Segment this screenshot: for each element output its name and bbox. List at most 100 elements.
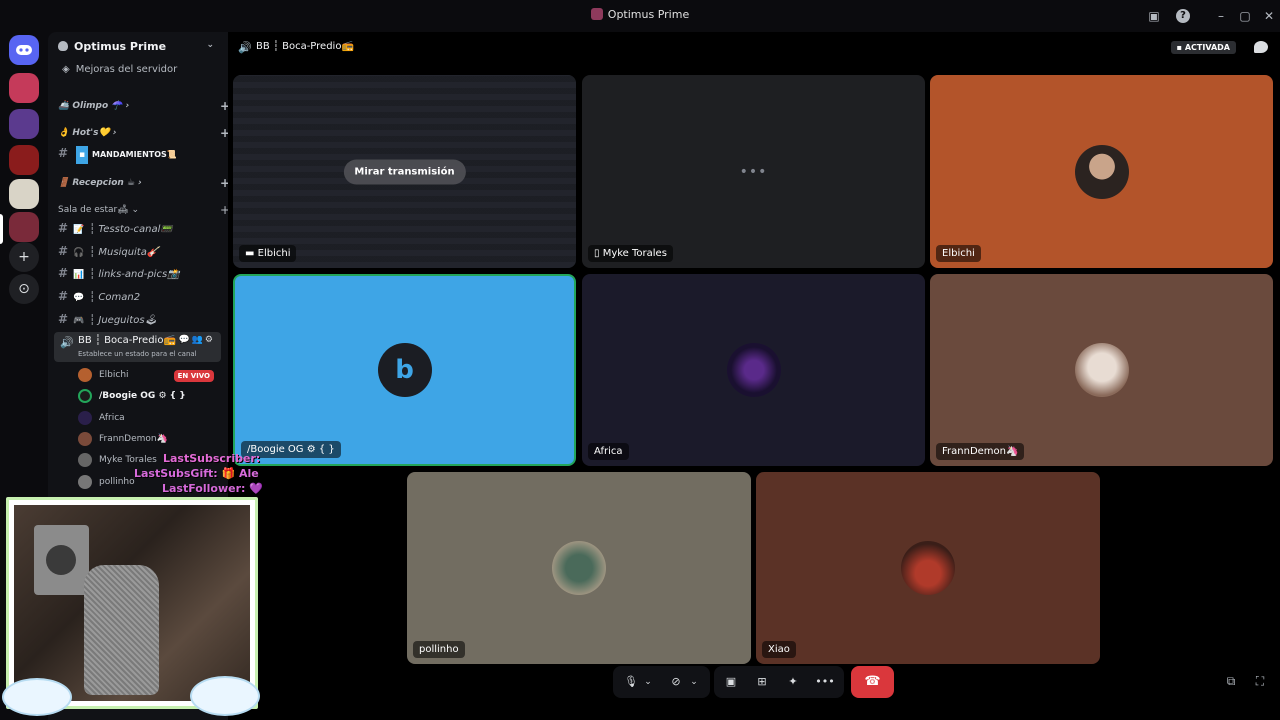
screen-share-icon[interactable]: ▣ (720, 666, 742, 698)
voice-user-name: pollinho (99, 477, 135, 487)
user-tile-xiao[interactable]: Xiao (756, 472, 1100, 664)
category-sala-de-estar[interactable]: Sala de estar🛋 ⌄ + (58, 203, 230, 217)
minimize-icon[interactable]: – (1214, 9, 1228, 23)
server-icon-optimus-prime[interactable] (9, 212, 39, 242)
new-badge-icon: ▪ (76, 146, 88, 164)
webcam-feed (14, 505, 250, 701)
tile-label-text: Elbichi (257, 248, 291, 259)
channel-tessto-canal[interactable]: # 📝 ┆ Tessto-canal📟 (58, 219, 218, 237)
category-label: 🚢 Olimpo ☂️ (58, 101, 123, 111)
camera-options-chevron-icon[interactable]: ⌄ (687, 666, 701, 698)
user-tile-boogie-og[interactable]: b /Boogie OG ⚙ { } (233, 274, 576, 466)
channel-mandamientos[interactable]: # ▪ MANDAMIENTOS📜 (58, 144, 218, 164)
camera-off-icon[interactable]: ⊘ (665, 666, 687, 698)
voice-user[interactable]: /Boogie OG ⚙ { } (78, 387, 218, 405)
tile-label: FrannDemon🦄 (936, 443, 1025, 460)
user-tile-pollinho[interactable]: pollinho (407, 472, 751, 664)
disconnect-button[interactable]: ☎ (851, 666, 894, 698)
voice-user-name: Africa (99, 413, 125, 423)
channel-label: Jueguitos🕹 (98, 315, 158, 326)
shield-icon (58, 41, 68, 51)
app-logo-icon (590, 8, 603, 20)
voice-user-name: FrannDemon🦄 (99, 434, 168, 444)
voice-user[interactable]: Africa (78, 409, 218, 427)
tile-label: Elbichi (936, 245, 981, 262)
channel-emoji-icon: 🎮 (73, 316, 85, 326)
chevron-down-icon[interactable]: ⌄ (206, 40, 214, 50)
channel-jueguitos[interactable]: # 🎮 ┆ Jueguitos🕹 (58, 310, 218, 328)
cloud-decoration (190, 676, 260, 716)
overlay-last-subscriber: LastSubscriber: (163, 452, 261, 465)
user-tile-elbichi[interactable]: Elbichi (930, 75, 1273, 268)
voice-channel-actions[interactable]: 💬👥⚙ (179, 335, 215, 345)
channel-emoji-icon: 💬 (73, 293, 85, 303)
more-dots-icon: ••• (739, 163, 768, 180)
tile-label: Xiao (762, 641, 796, 658)
activity-badge[interactable]: ▪ ACTIVADA (1170, 41, 1236, 54)
popout-icon[interactable]: ⧉ (1223, 674, 1239, 690)
voice-user[interactable]: Elbichi EN VIVO (78, 366, 218, 384)
maximize-icon[interactable]: ▢ (1238, 9, 1252, 23)
hash-icon: # (58, 289, 69, 303)
guild-name: Optimus Prime (74, 40, 167, 53)
voice-header: 🔊 BB ┆ Boca-Predio📻 ▪ ACTIVADA (228, 32, 1280, 62)
channel-musiquita[interactable]: # 🎧 ┆ Musiquita🎸 (58, 242, 218, 260)
voice-channel-boca-predio[interactable]: 🔊 BB ┆ Boca-Predio📻 Establece un estado … (54, 332, 221, 362)
chat-icon[interactable] (1254, 41, 1268, 53)
audio-video-controls: 🎙 ⌄ ⊘ ⌄ (613, 666, 710, 698)
washing-machine (34, 525, 89, 595)
avatar (552, 541, 606, 595)
speaker-icon: 🔊 (238, 41, 252, 54)
microphone-icon[interactable]: 🎙 (621, 666, 641, 698)
activities-gamepad-icon[interactable]: ⊞ (751, 666, 773, 698)
category-label: Sala de estar🛋 (58, 205, 129, 215)
fullscreen-icon[interactable]: ⛶ (1252, 674, 1268, 690)
overlay-last-gift: LastSubsGift: 🎁 Ale (134, 467, 259, 480)
category-olimpo[interactable]: 🚢 Olimpo ☂️ › + (58, 99, 230, 113)
speaker-icon: 🔊 (60, 336, 74, 349)
server-icon-4[interactable] (9, 179, 39, 209)
channel-emoji-icon: 📊 (73, 270, 85, 280)
mic-options-chevron-icon[interactable]: ⌄ (641, 666, 655, 698)
overlay-last-follower: LastFollower: 💜 (162, 482, 263, 495)
tile-label: ▬ Elbichi (239, 245, 297, 262)
voice-channel-status[interactable]: Establece un estado para el canal (78, 350, 197, 358)
channel-links-and-pics[interactable]: # 📊 ┆ links-and-pics📸 (58, 264, 218, 282)
more-options-icon[interactable]: ••• (814, 666, 836, 698)
server-boost-link[interactable]: ◈ Mejoras del servidor (48, 62, 228, 77)
voice-channel-name: BB ┆ Boca-Predio📻 (78, 335, 176, 346)
tile-label-text: Myke Torales (602, 248, 667, 259)
channel-coman2[interactable]: # 💬 ┆ Coman2 (58, 287, 218, 305)
voice-user-name: /Boogie OG ⚙ { } (99, 391, 186, 401)
explore-servers-button[interactable]: ⊙ (9, 274, 39, 304)
voice-user[interactable]: FrannDemon🦄 (78, 430, 218, 448)
avatar (1074, 144, 1129, 199)
inbox-icon[interactable]: ▣ (1147, 9, 1161, 23)
avatar (78, 475, 92, 489)
channel-label: Musiquita🎸 (98, 247, 160, 258)
category-recepcion[interactable]: 🚪 Recepcion ☕ › + (58, 176, 230, 190)
hash-icon: # (58, 244, 69, 258)
add-server-button[interactable]: + (9, 242, 39, 272)
category-hots[interactable]: 👌 Hot's💛 › + (58, 126, 230, 140)
server-icon-2[interactable] (9, 109, 39, 139)
guild-header[interactable]: Optimus Prime ⌄ (48, 32, 228, 62)
user-tile-franndemon[interactable]: FrannDemon🦄 (930, 274, 1273, 466)
channel-label: MANDAMIENTOS📜 (92, 150, 177, 159)
tile-label: pollinho (413, 641, 465, 658)
category-label: 👌 Hot's💛 (58, 128, 110, 138)
cloud-decoration (2, 678, 72, 716)
server-icon-3[interactable] (9, 145, 39, 175)
server-icon-1[interactable] (9, 73, 39, 103)
stream-tile-elbichi[interactable]: Mirar transmisión ▬ Elbichi (233, 75, 576, 268)
watch-stream-button[interactable]: Mirar transmisión (343, 159, 466, 184)
user-tile-myke-torales[interactable]: ••• ▯ Myke Torales (582, 75, 925, 268)
hash-icon: # (58, 146, 69, 160)
category-label: 🚪 Recepcion ☕ (58, 178, 136, 188)
help-icon[interactable]: ? (1176, 9, 1190, 23)
user-tile-africa[interactable]: Africa (582, 274, 925, 466)
activada-label: ACTIVADA (1184, 43, 1230, 52)
direct-messages-button[interactable] (9, 35, 39, 65)
close-icon[interactable]: ✕ (1262, 9, 1276, 23)
soundboard-icon[interactable]: ✦ (782, 666, 804, 698)
